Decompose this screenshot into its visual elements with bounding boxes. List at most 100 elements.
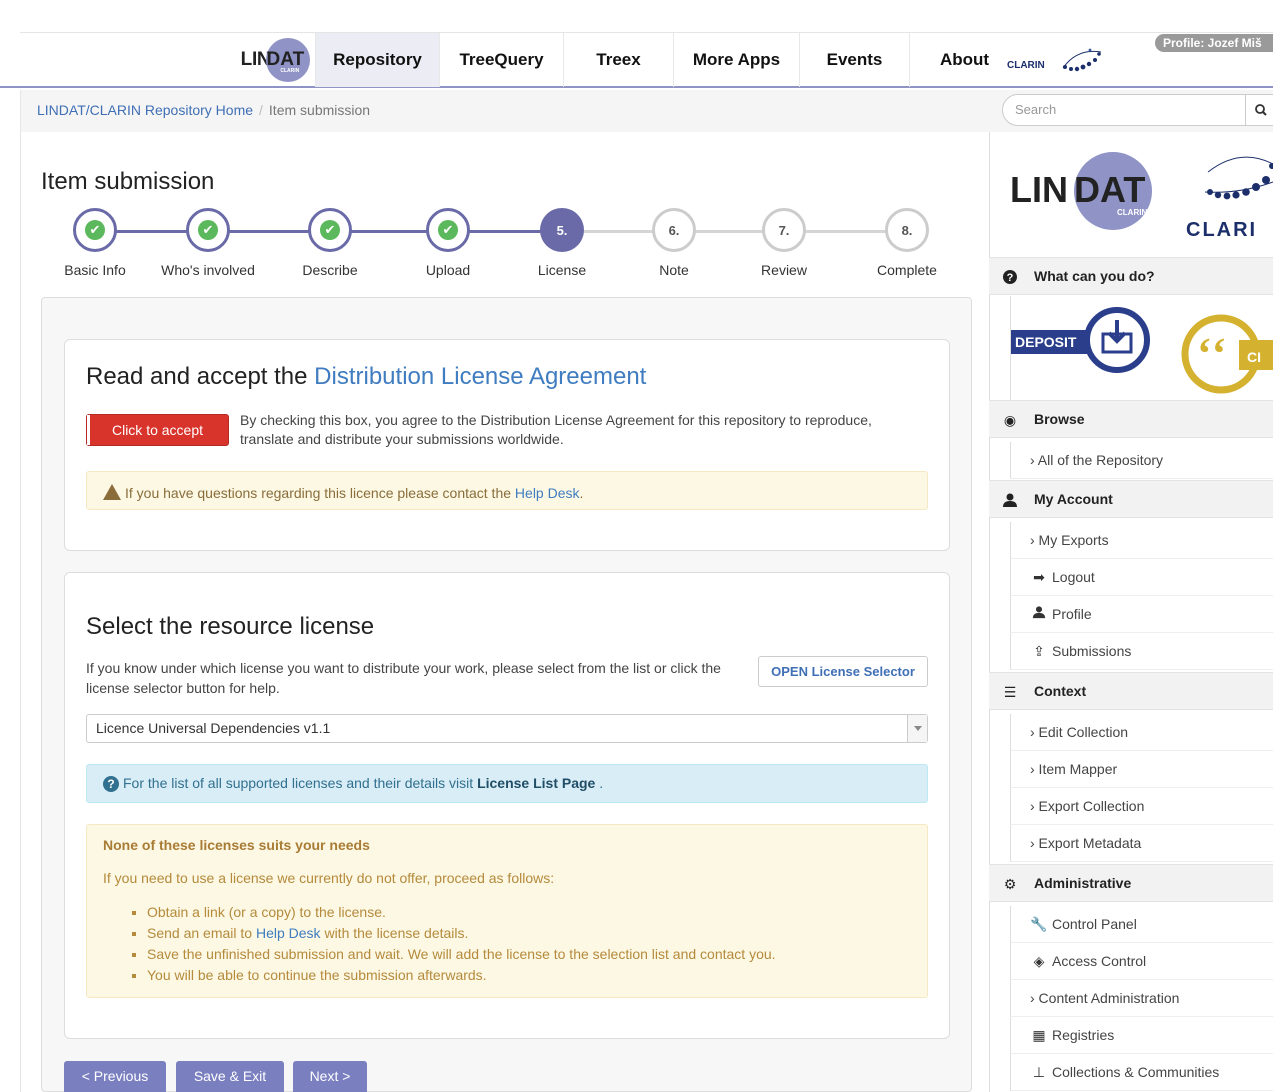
step-describe[interactable]: ✔ Describe — [270, 208, 390, 278]
list-item-text: Send an email to — [147, 925, 256, 941]
top-navbar: LIN DAT CLARIN Repository TreeQuery Tree… — [0, 32, 1273, 88]
step-basic-info[interactable]: ✔ Basic Info — [35, 208, 155, 278]
licence-warning: If you have questions regarding this lic… — [86, 471, 928, 510]
no-license-alert: None of these licenses suits your needs … — [86, 824, 928, 998]
step-circle: 5. — [540, 208, 584, 252]
sidebar-head-my-account: My Account — [989, 480, 1273, 518]
step-circle: ✔ — [73, 208, 117, 252]
sidebar-logo-lin: LIN — [1010, 169, 1068, 210]
step-circle: 7. — [762, 208, 806, 252]
no-license-title: None of these licenses suits your needs — [103, 837, 370, 853]
logo-clarin-small: CLARIN — [280, 68, 300, 74]
step-circle: 6. — [652, 208, 696, 252]
license-list-link[interactable]: License List Page — [477, 775, 595, 791]
page-title: Item submission — [41, 168, 215, 195]
clarin-nav-logo[interactable]: CLARIN — [1005, 40, 1115, 80]
step-complete[interactable]: 8. Complete — [847, 208, 967, 278]
sidebar-item-label: Submissions — [1052, 643, 1132, 659]
help-desk-link[interactable]: Help Desk — [515, 485, 580, 501]
cogs-icon: ⚙ — [1003, 876, 1017, 892]
logo-dat-circle: DAT CLARIN — [266, 38, 311, 82]
clarin-nav-logo-text: CLARIN — [1007, 60, 1045, 71]
sidebar-item-logout[interactable]: ➡ Logout — [1010, 559, 1273, 596]
upload-icon: ⇪ — [1033, 643, 1045, 659]
accept-button[interactable]: Click to accept — [86, 414, 229, 446]
sidebar-item-control-panel[interactable]: 🔧 Control Panel — [1010, 906, 1273, 943]
sidebar-head-administrative: ⚙ Administrative — [989, 864, 1273, 902]
step-whos-involved[interactable]: ✔ Who's involved — [148, 208, 268, 278]
step-label: Complete — [877, 262, 937, 278]
search-input[interactable]: Search — [1002, 94, 1246, 126]
svg-text:ʻʻ: ʻʻ — [1197, 329, 1226, 378]
deposit-cite-graphic: CI ʻʻ DEPOSIT — [1011, 307, 1273, 394]
profile-badge[interactable]: Profile: Jozef Miš — [1155, 34, 1273, 52]
breadcrumb-separator: / — [259, 102, 263, 118]
next-button[interactable]: Next > — [293, 1061, 367, 1092]
sidebar-item-collections-communities[interactable]: ⊥ Collections & Communities — [1010, 1054, 1273, 1091]
step-note[interactable]: 6. Note — [614, 208, 734, 278]
license-intro: If you know under which license you want… — [86, 660, 721, 696]
sidebar-head-label: What can you do? — [1034, 268, 1155, 284]
sidebar-item-submissions[interactable]: ⇪ Submissions — [1010, 633, 1273, 670]
cite-text: CI — [1247, 349, 1261, 365]
step-license[interactable]: 5. License — [502, 208, 622, 278]
step-circle: ✔ — [186, 208, 230, 252]
sidebar-item-my-exports[interactable]: › My Exports — [1010, 522, 1273, 559]
sidebar-item-label: Logout — [1052, 569, 1095, 585]
save-exit-button[interactable]: Save & Exit — [176, 1061, 284, 1092]
agreement-title-prefix: Read and accept the — [86, 363, 315, 390]
search-icon — [1255, 104, 1267, 116]
warning-icon — [103, 484, 121, 500]
sidebar-item-all-repository[interactable]: › All of the Repository — [1010, 442, 1273, 479]
sign-out-icon: ➡ — [1033, 569, 1045, 585]
license-select[interactable]: Licence Universal Dependencies v1.1 — [86, 714, 928, 743]
step-review[interactable]: 7. Review — [724, 208, 844, 278]
sidebar-item-edit-collection[interactable]: › Edit Collection — [1010, 714, 1273, 751]
sidebar-head-label: Browse — [1034, 411, 1085, 427]
deposit-button[interactable]: DEPOSIT — [1015, 334, 1077, 350]
sidebar-item-label: Registries — [1052, 1027, 1115, 1043]
previous-button[interactable]: < Previous — [64, 1061, 166, 1092]
check-icon: ✔ — [438, 220, 458, 240]
nav-tab-repository[interactable]: Repository — [315, 33, 439, 87]
question-icon: ? — [103, 776, 119, 792]
sidebar-item-content-administration[interactable]: › Content Administration — [1010, 980, 1273, 1017]
sidebar-item-access-control[interactable]: ◈ Access Control — [1010, 943, 1273, 980]
nav-tab-treequery[interactable]: TreeQuery — [439, 33, 563, 87]
check-icon: ✔ — [85, 220, 105, 240]
sidebar-item-export-collection[interactable]: › Export Collection — [1010, 788, 1273, 825]
help-desk-link-2[interactable]: Help Desk — [256, 925, 321, 941]
step-upload[interactable]: ✔ Upload — [388, 208, 508, 278]
sidebar-item-label: Access Control — [1052, 953, 1147, 969]
sidebar-item-label: Profile — [1052, 606, 1092, 622]
nav-tab-more-apps[interactable]: More Apps — [673, 33, 799, 87]
user-icon — [1001, 492, 1019, 508]
sidebar-item-label: Control Panel — [1052, 916, 1137, 932]
nav-tab-treex[interactable]: Treex — [563, 33, 673, 87]
license-title: Select the resource license — [86, 613, 375, 640]
breadcrumb: LINDAT/CLARIN Repository Home / Item submi… — [37, 102, 370, 118]
chevron-down-icon[interactable] — [907, 715, 927, 742]
open-license-selector-button[interactable]: OPEN License Selector — [758, 656, 928, 687]
search-button[interactable] — [1246, 94, 1273, 126]
info-text: For the list of all supported licenses a… — [123, 775, 478, 791]
warning-text: If you have questions regarding this lic… — [125, 485, 515, 501]
sidebar-item-label: Collections & Communities — [1052, 1064, 1220, 1080]
sidebar-head-label: My Account — [1034, 491, 1113, 507]
agreement-title: Read and accept the Distribution License… — [86, 363, 646, 391]
sidebar-item-profile[interactable]: Profile — [1010, 596, 1273, 633]
check-icon: ✔ — [320, 220, 340, 240]
sidebar-item-export-metadata[interactable]: › Export Metadata — [1010, 825, 1273, 862]
sidebar-item-item-mapper[interactable]: › Item Mapper — [1010, 751, 1273, 788]
step-label: Who's involved — [161, 262, 255, 278]
nav-tab-events[interactable]: Events — [799, 33, 909, 87]
check-icon: ✔ — [198, 220, 218, 240]
step-label: Review — [761, 262, 807, 278]
sidebar-item-registries[interactable]: ▦ Registries — [1010, 1017, 1273, 1054]
list-item-text: with the license details. — [320, 925, 469, 941]
breadcrumb-home-link[interactable]: LINDAT/CLARIN Repository Home — [37, 102, 253, 118]
no-license-steps: Obtain a link (or a copy) to the license… — [103, 902, 911, 986]
sidebar-lindat-clarin-logo[interactable]: LIN DAT CLARIN CLARI — [1010, 152, 1273, 252]
nav-tab-about[interactable]: About — [909, 33, 1019, 87]
agreement-link[interactable]: Distribution License Agreement — [314, 363, 646, 390]
